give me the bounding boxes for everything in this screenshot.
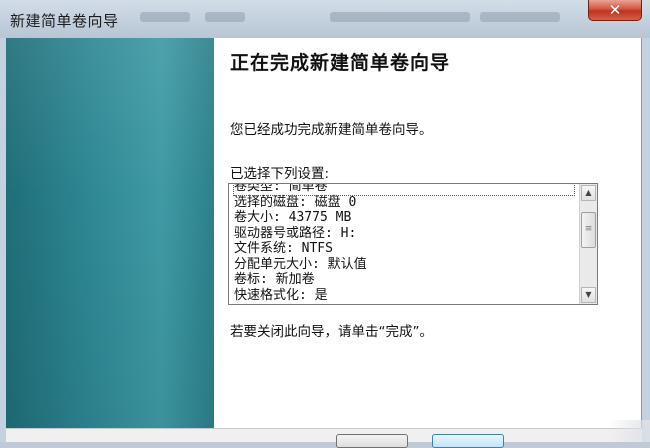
success-message: 您已经成功完成新建简单卷向导。 xyxy=(230,122,433,138)
list-item[interactable]: 卷类型: 简单卷 xyxy=(233,184,575,196)
scroll-thumb[interactable]: ≡ xyxy=(581,212,596,248)
scroll-up-arrow-icon[interactable]: ▲ xyxy=(581,185,596,201)
list-item[interactable]: 快速格式化: 是 xyxy=(234,288,574,304)
settings-listbox[interactable]: 卷类型: 简单卷 选择的磁盘: 磁盘 0 卷大小: 43775 MB 驱动器号或… xyxy=(228,183,598,305)
scroll-down-arrow-icon[interactable]: ▼ xyxy=(581,287,596,303)
blurred-background-text xyxy=(330,12,470,22)
vertical-scrollbar[interactable]: ▲ ≡ ▼ xyxy=(579,184,597,304)
list-item[interactable]: 卷大小: 43775 MB xyxy=(234,210,574,226)
list-item[interactable]: 分配单元大小: 默认值 xyxy=(234,257,574,273)
sidebar-sheen xyxy=(6,38,214,428)
blurred-overlay xyxy=(608,420,650,442)
window-title: 新建简单卷向导 xyxy=(10,12,119,30)
blurred-background-text xyxy=(140,12,190,22)
back-button[interactable] xyxy=(336,434,408,448)
list-item[interactable]: 选择的磁盘: 磁盘 0 xyxy=(234,195,574,211)
blurred-background-text xyxy=(480,12,560,22)
close-button[interactable]: ✕ xyxy=(588,0,642,21)
page-title: 正在完成新建简单卷向导 xyxy=(230,52,451,74)
list-item[interactable]: 卷标: 新加卷 xyxy=(234,272,574,288)
settings-list: 卷类型: 简单卷 选择的磁盘: 磁盘 0 卷大小: 43775 MB 驱动器号或… xyxy=(233,184,575,304)
close-icon: ✕ xyxy=(608,1,622,19)
list-item[interactable]: 驱动器号或路径: H: xyxy=(234,226,574,242)
list-item[interactable]: 文件系统: NTFS xyxy=(234,241,574,257)
finish-button[interactable] xyxy=(432,434,504,448)
button-bar xyxy=(6,428,642,442)
blurred-background-text xyxy=(205,12,245,22)
close-instruction: 若要关闭此向导，请单击“完成”。 xyxy=(230,324,433,340)
settings-label: 已选择下列设置: xyxy=(230,166,330,182)
title-bar[interactable]: 新建简单卷向导 ✕ xyxy=(0,0,650,38)
